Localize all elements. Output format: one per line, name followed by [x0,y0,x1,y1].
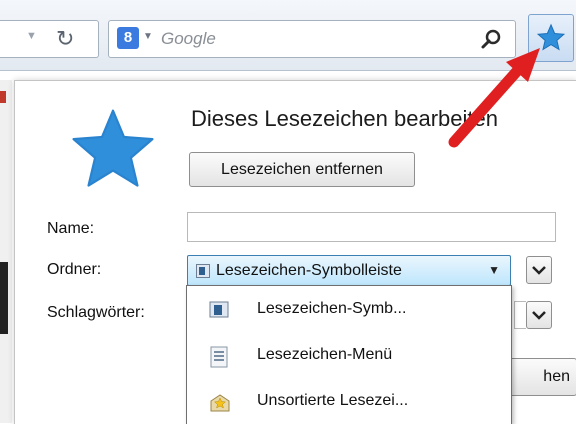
list-item[interactable]: Lesezeichen-Symb... [187,292,511,328]
engine-dropdown-icon[interactable]: ▼ [143,31,153,42]
tags-field[interactable] [514,301,526,329]
menu-folder-icon [210,346,228,368]
list-item[interactable]: Unsortierte Lesezei... [187,384,511,420]
folder-select-value: Lesezeichen-Symbolleiste [216,262,402,279]
list-item[interactable]: Lesezeichen-Menü [187,338,511,374]
name-label: Name: [47,220,95,237]
chevron-down-icon [532,266,546,275]
toolbar-folder-icon [196,264,210,278]
bookmark-star-icon [72,109,154,187]
tags-label: Schlagwörter: [47,304,145,321]
name-field[interactable] [187,212,556,242]
list-item-label: Lesezeichen-Symb... [257,300,407,317]
background-page-mark [0,91,6,103]
history-dropdown-icon[interactable]: ▼ [26,30,37,42]
reload-icon[interactable]: ↻ [56,24,74,54]
url-bar-end[interactable]: ▼ ↻ [0,20,99,58]
chevron-down-icon: ▼ [488,263,500,277]
done-button[interactable]: hen [503,358,576,396]
unsorted-folder-icon [210,394,230,412]
expand-folder-tree-button[interactable] [526,256,552,284]
folder-label: Ordner: [47,261,102,278]
search-input[interactable] [161,27,461,51]
folder-select[interactable]: Lesezeichen-Symbolleiste ▼ [187,255,511,286]
annotation-arrow-icon [448,48,540,148]
background-page [0,80,12,423]
folder-dropdown-list: Lesezeichen-Symb... Lesezeichen-Menü Uns… [186,285,512,424]
chevron-down-icon [532,311,546,320]
background-page-mark [0,262,8,334]
expand-tags-button[interactable] [526,301,552,329]
list-item-label: Unsortierte Lesezei... [257,392,409,409]
toolbar-folder-icon [209,301,229,318]
list-item-label: Lesezeichen-Menü [257,346,393,363]
search-engine-icon[interactable]: 8 [117,27,139,49]
remove-bookmark-button[interactable]: Lesezeichen entfernen [189,152,415,187]
